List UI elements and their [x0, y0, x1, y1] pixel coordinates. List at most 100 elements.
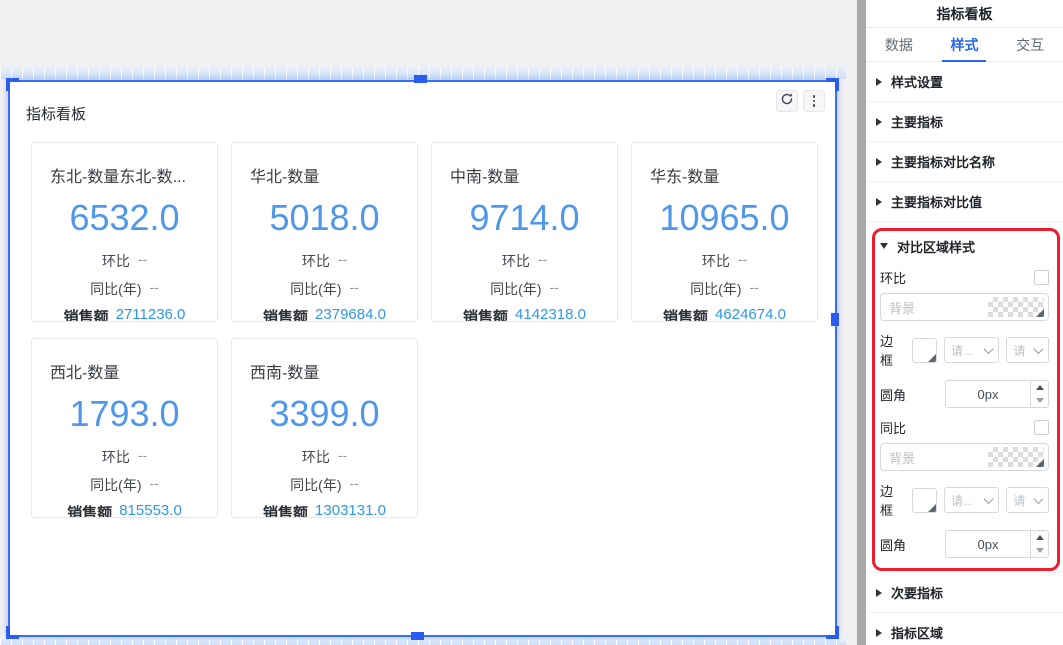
background-color-swatch[interactable]	[988, 297, 1044, 317]
tab-style[interactable]: 样式	[946, 28, 982, 61]
border-style-select[interactable]: 请...	[944, 487, 999, 513]
section-compare-area-style: 对比区域样式 环比 背景 边框 请... 请	[866, 222, 1063, 573]
yoy-toggle-checkbox[interactable]	[1034, 420, 1049, 435]
collapse-caret-icon	[876, 118, 882, 126]
mom-value: --	[738, 251, 747, 271]
kpi-card[interactable]: 西南-数量 3399.0 环比-- 同比(年)-- 销售额1303131.0	[231, 338, 418, 518]
yoy-label: 同比(年)	[690, 279, 741, 299]
spin-up-button[interactable]	[1031, 531, 1048, 544]
resize-handle-top-right[interactable]	[826, 78, 839, 91]
kpi-board-widget[interactable]: 指标看板 东北-数量东北-数... 6532.0 环比-- 同比(年)	[8, 80, 837, 637]
background-color-swatch[interactable]	[988, 447, 1044, 467]
panel-title: 指标看板	[866, 0, 1063, 28]
background-placeholder: 背景	[889, 448, 915, 467]
section-primary-metric[interactable]: 主要指标	[866, 102, 1063, 142]
yoy-label: 同比(年)	[90, 279, 141, 299]
kpi-card-title: 西南-数量	[250, 359, 399, 383]
sales-label: 销售额	[263, 502, 308, 518]
mom-toggle-label: 环比	[880, 268, 906, 287]
mom-label: 环比	[102, 251, 130, 271]
sales-label: 销售额	[263, 306, 308, 322]
sales-value: 4624674.0	[715, 306, 786, 322]
kpi-card-title: 西北-数量	[50, 359, 199, 383]
yoy-toggle-label: 同比	[880, 418, 906, 437]
tab-data[interactable]: 数据	[881, 28, 917, 61]
kpi-card[interactable]: 华东-数量 10965.0 环比 -- 同比(年) -- 销售额 4624674.0	[631, 142, 818, 322]
border-width-select[interactable]: 请	[1006, 487, 1049, 513]
chevron-down-icon	[1034, 344, 1044, 354]
mom-style-group: 环比 背景 边框 请... 请 圆角	[880, 266, 1049, 408]
kpi-card[interactable]: 东北-数量东北-数... 6532.0 环比-- 同比(年)-- 销售额2711…	[31, 142, 218, 322]
kpi-card[interactable]: 西北-数量 1793.0 环比-- 同比(年)-- 销售额815553.0	[31, 338, 218, 518]
yoy-background-input[interactable]: 背景	[880, 443, 1049, 471]
more-options-button[interactable]	[803, 90, 825, 112]
border-width-select[interactable]: 请	[1006, 337, 1049, 363]
resize-handle-top[interactable]	[414, 75, 427, 83]
radius-input[interactable]: 0px	[945, 380, 1049, 408]
resize-handle-bottom-right[interactable]	[826, 626, 839, 639]
radius-input[interactable]: 0px	[945, 530, 1049, 558]
resize-handle-top-left[interactable]	[6, 78, 19, 91]
spin-up-icon	[1036, 385, 1044, 390]
mom-toggle-checkbox[interactable]	[1034, 270, 1049, 285]
sales-value: 4142318.0	[515, 306, 586, 322]
border-color-picker[interactable]	[912, 488, 937, 513]
yoy-label: 同比(年)	[90, 475, 141, 495]
mom-background-input[interactable]: 背景	[880, 293, 1049, 321]
panel-tabs: 数据 样式 交互	[866, 28, 1063, 62]
section-style-settings[interactable]: 样式设置	[866, 62, 1063, 102]
kpi-card-value: 6532.0	[32, 197, 217, 239]
spin-down-icon	[1036, 398, 1044, 403]
sales-label: 销售额	[67, 502, 112, 518]
compare-area-style-header[interactable]: 对比区域样式	[880, 234, 1049, 258]
sales-value: 815553.0	[119, 502, 182, 518]
mom-value: --	[138, 251, 147, 271]
collapse-caret-icon	[876, 158, 882, 166]
mom-label: 环比	[702, 251, 730, 271]
border-color-picker[interactable]	[912, 338, 937, 363]
spin-down-button[interactable]	[1031, 544, 1048, 557]
section-primary-metric-compare-name[interactable]: 主要指标对比名称	[866, 142, 1063, 182]
yoy-value: --	[750, 279, 759, 299]
sales-label: 销售额	[463, 306, 508, 322]
section-metric-area[interactable]: 指标区域	[866, 613, 1063, 645]
properties-panel: 指标看板 数据 样式 交互 样式设置 主要指标 主要指标对比名称 主要指标对比值…	[866, 0, 1063, 645]
collapse-caret-icon	[876, 198, 882, 206]
yoy-style-group: 同比 背景 边框 请... 请 圆角	[880, 416, 1049, 558]
background-placeholder: 背景	[889, 298, 915, 317]
mom-label: 环比	[502, 251, 530, 271]
yoy-value: --	[350, 279, 359, 299]
radius-label: 圆角	[880, 535, 907, 554]
collapse-caret-icon	[876, 78, 882, 86]
section-secondary-metric[interactable]: 次要指标	[866, 573, 1063, 613]
refresh-button[interactable]	[776, 90, 798, 112]
chevron-down-icon	[984, 494, 994, 504]
kpi-card-value: 10965.0	[632, 197, 817, 239]
kpi-card-title: 华北-数量	[250, 163, 399, 187]
resize-handle-bottom-left[interactable]	[6, 626, 19, 639]
kpi-card[interactable]: 中南-数量 9714.0 环比-- 同比(年)-- 销售额4142318.0	[431, 142, 618, 322]
mom-value: --	[338, 251, 347, 271]
section-primary-metric-compare-value[interactable]: 主要指标对比值	[866, 182, 1063, 222]
border-style-select[interactable]: 请...	[944, 337, 999, 363]
panel-resize-divider[interactable]	[857, 0, 866, 645]
sales-label: 销售额	[64, 306, 109, 322]
sales-value: 1303131.0	[315, 502, 386, 518]
tab-interaction[interactable]: 交互	[1012, 28, 1048, 61]
resize-handle-right[interactable]	[831, 313, 839, 326]
spin-up-button[interactable]	[1031, 381, 1048, 394]
spin-down-button[interactable]	[1031, 394, 1048, 407]
sales-label: 销售额	[663, 306, 708, 322]
mom-label: 环比	[302, 251, 330, 271]
kpi-card-value: 5018.0	[232, 197, 417, 239]
mom-value: --	[338, 447, 347, 467]
expand-caret-icon	[880, 243, 888, 249]
kpi-card-title: 华东-数量	[650, 163, 799, 187]
kpi-card-value: 3399.0	[232, 393, 417, 435]
mom-label: 环比	[102, 447, 130, 467]
resize-handle-bottom[interactable]	[411, 632, 424, 640]
border-label: 边框	[880, 481, 905, 519]
mom-value: --	[138, 447, 147, 467]
collapse-caret-icon	[876, 589, 882, 597]
kpi-card[interactable]: 华北-数量 5018.0 环比-- 同比(年)-- 销售额2379684.0	[231, 142, 418, 322]
